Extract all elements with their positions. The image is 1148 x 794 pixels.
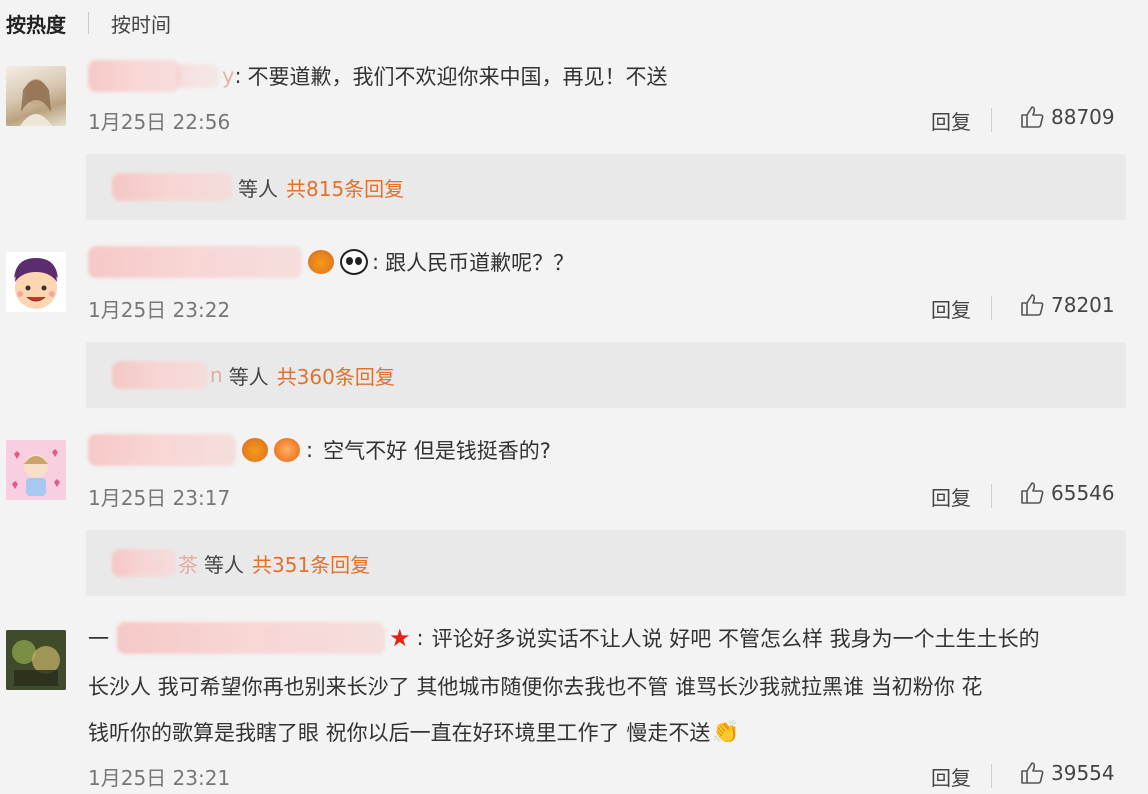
blurred-username [112,549,176,577]
avatar-image [6,630,66,690]
replies-summary[interactable]: 等人 共815条回复 [86,154,1126,220]
red-star-icon: ★ [389,624,411,652]
thumbs-up-icon [1021,482,1044,504]
meta-divider [991,296,992,320]
replies-summary[interactable]: 茶 等人 共351条回复 [86,530,1126,596]
orange-badge-icon [274,438,300,462]
comment-text-line-3-row: 钱听你的歌算是我瞎了眼 祝你以后一直在好环境里工作了 慢走不送 👏 [88,710,1128,756]
like-count: 78201 [1051,293,1115,317]
thumbs-up-icon [1021,294,1044,316]
blurred-username[interactable] [88,434,236,466]
blurred-username [112,173,232,201]
reply-button[interactable]: 回复 [931,482,971,511]
username-tail: n [210,363,223,387]
comment-text: 空气不好 但是钱挺香的? [323,439,551,463]
like-count: 65546 [1051,481,1115,505]
comment-text-line-2: 长沙人 我可希望你再也别来长沙了 其他城市随便你去我也不管 谁骂长沙我就拉黑谁 … [88,675,983,699]
username-prefix: 一 [88,627,109,651]
reply-button[interactable]: 回复 [931,762,971,791]
like-count: 39554 [1051,761,1115,785]
comment-text-line-1: 评论好多说实话不让人说 好吧 不管怎么样 我身为一个土生土长的 [431,627,1040,651]
tab-sort-by-time[interactable]: 按时间 [111,9,171,38]
thumbs-up-icon [1021,106,1044,128]
avatar-image [14,258,58,309]
replies-people: 等人 [238,176,278,201]
avatar[interactable] [6,440,66,500]
like-count: 88709 [1051,105,1115,129]
username-tail: 茶 [178,552,198,577]
sort-tabs: 按热度 按时间 [6,6,171,40]
comment-header: : 空气不好 但是钱挺香的? [88,432,551,468]
comment-text: 不要道歉，我们不欢迎你来中国，再见！不送 [247,65,668,89]
blurred-username[interactable] [117,622,385,654]
vip-crown-icon [308,250,334,274]
avatar[interactable] [6,630,66,690]
avatar-image [20,79,52,126]
comment-body: 长沙人 我可希望你再也别来长沙了 其他城市随便你去我也不管 谁骂长沙我就拉黑谁 … [88,664,1128,756]
blurred-username[interactable] [88,246,302,278]
replies-summary[interactable]: n 等人 共360条回复 [86,342,1126,408]
blurred-username-tail [176,64,220,88]
comment-date: 1月25日 23:22 [88,298,231,322]
replies-people: 等人 [228,364,269,389]
colon: : [234,64,242,88]
panda-icon [340,249,368,275]
replies-count[interactable]: 共351条回复 [252,549,370,578]
avatar-image [6,440,66,500]
colon: : [416,626,424,650]
comments-page: 按热度 按时间 y : 不要道歉，我们不欢迎你来中国，再见！不送 1月25日 2… [0,0,1148,794]
replies-count[interactable]: 共815条回复 [286,173,404,202]
comment-date: 1月25日 23:17 [88,486,231,510]
like-button[interactable]: 65546 [1019,480,1115,506]
meta-divider [991,108,992,132]
comment-date: 1月25日 22:56 [88,110,231,134]
replies-people: 等人 [204,552,244,577]
vip-crown-icon [242,438,268,462]
colon: : [372,250,380,274]
like-button[interactable]: 39554 [1019,760,1115,786]
tab-sort-by-hot[interactable]: 按热度 [6,9,66,38]
reply-button[interactable]: 回复 [931,294,971,323]
meta-divider [991,484,992,508]
avatar[interactable] [6,66,66,126]
thumbs-up-icon [1021,762,1044,784]
comment-date: 1月25日 23:21 [88,766,231,790]
blurred-username [112,361,208,389]
blurred-username[interactable] [88,60,180,92]
like-button[interactable]: 78201 [1019,292,1115,318]
comment-header: 一 ★ : 评论好多说实话不让人说 好吧 不管怎么样 我身为一个土生土长的 [88,620,1040,656]
replies-count[interactable]: 共360条回复 [277,361,395,390]
clap-emoji-icon: 👏 [712,720,740,745]
colon: : [306,438,314,462]
meta-divider [991,764,992,788]
comment-header: y : 不要道歉，我们不欢迎你来中国，再见！不送 [88,58,668,94]
reply-button[interactable]: 回复 [931,106,971,135]
comment-header: : 跟人民币道歉呢？？ [88,244,574,280]
avatar[interactable] [6,252,66,312]
tab-divider [88,12,89,34]
username-tail: y [222,64,235,88]
comment-text: 跟人民币道歉呢？？ [385,251,575,275]
comment-text-line-3: 钱听你的歌算是我瞎了眼 祝你以后一直在好环境里工作了 慢走不送 [88,721,711,745]
like-button[interactable]: 88709 [1019,104,1115,130]
